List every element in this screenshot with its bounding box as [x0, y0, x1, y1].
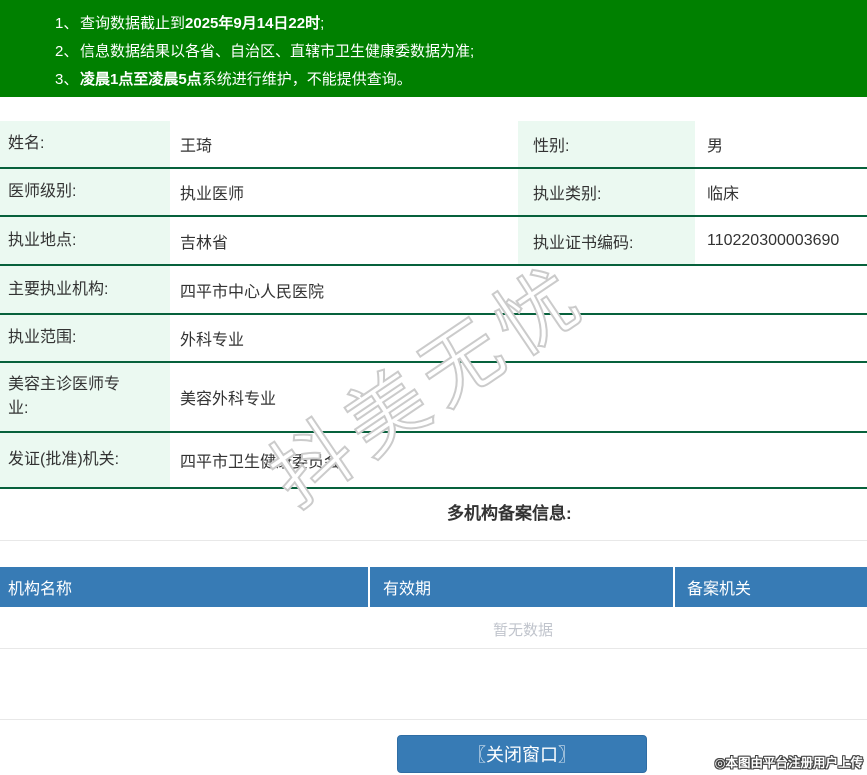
page: 1、 查询数据截止到2025年9月14日22时; 2、 信息数据结果以各省、自治… — [0, 0, 867, 775]
field-label-name: 姓名: — [0, 121, 170, 167]
table-row: 姓名: 王琦 性别: 男 — [0, 121, 867, 169]
table-row: 发证(批准)机关: 四平市卫生健康委员会 — [0, 433, 867, 489]
notice-number: 3、 — [55, 66, 80, 94]
field-label-issuing-authority: 发证(批准)机关: — [0, 433, 170, 487]
field-label-practice-scope: 执业范围: — [0, 315, 170, 361]
field-value-practice-type: 临床 — [695, 180, 867, 204]
notice-text: 查询数据截止到2025年9月14日22时; — [80, 10, 324, 38]
field-value-doctor-level: 执业医师 — [170, 180, 518, 204]
field-label-practice-place: 执业地点: — [0, 217, 170, 264]
field-value-practice-place: 吉林省 — [170, 229, 518, 253]
notice-item: 2、 信息数据结果以各省、自治区、直辖市卫生健康委数据为准; — [55, 38, 867, 66]
field-label-practice-type: 执业类别: — [518, 169, 695, 215]
column-header-institution-name: 机构名称 — [0, 567, 368, 607]
notice-number: 1、 — [55, 10, 80, 38]
field-value-practice-scope: 外科专业 — [170, 326, 867, 350]
notice-bar: 1、 查询数据截止到2025年9月14日22时; 2、 信息数据结果以各省、自治… — [0, 0, 867, 97]
notice-item: 3、 凌晨1点至凌晨5点系统进行维护，不能提供查询。 — [55, 66, 867, 94]
doctor-info-table: 姓名: 王琦 性别: 男 医师级别: 执业医师 执业类别: 临床 执业地点: 吉… — [0, 121, 867, 489]
table-row: 执业范围: 外科专业 — [0, 315, 867, 363]
divider — [0, 648, 867, 649]
column-header-filing-authority: 备案机关 — [675, 567, 867, 607]
notice-item: 1、 查询数据截止到2025年9月14日22时; — [55, 10, 867, 38]
table-row: 主要执业机构: 四平市中心人民医院 — [0, 266, 867, 315]
notice-text: 信息数据结果以各省、自治区、直辖市卫生健康委数据为准; — [80, 38, 474, 66]
field-value-main-institution: 四平市中心人民医院 — [170, 278, 867, 302]
filing-section-title: 多机构备案信息: — [447, 503, 572, 525]
field-label-cosmetic-specialty: 美容主诊医师专业: — [0, 363, 170, 431]
column-header-validity-period: 有效期 — [370, 567, 673, 607]
field-value-issuing-authority: 四平市卫生健康委员会 — [170, 448, 867, 472]
field-label-gender: 性别: — [518, 121, 695, 167]
table-row: 美容主诊医师专业: 美容外科专业 — [0, 363, 867, 433]
empty-data-text: 暂无数据 — [493, 619, 553, 640]
table-row: 医师级别: 执业医师 执业类别: 临床 — [0, 169, 867, 217]
field-value-certificate-number: 110220300003690 — [695, 232, 867, 250]
notice-text: 凌晨1点至凌晨5点系统进行维护，不能提供查询。 — [80, 66, 412, 94]
field-value-cosmetic-specialty: 美容外科专业 — [170, 385, 867, 409]
close-window-button[interactable]: 〖关闭窗口〗 — [397, 735, 647, 773]
field-label-certificate-number: 执业证书编码: — [518, 217, 695, 264]
corner-upload-watermark: ◎本图由平台注册用户上传 — [715, 752, 863, 771]
field-label-doctor-level: 医师级别: — [0, 169, 170, 215]
divider — [0, 719, 867, 720]
divider — [0, 540, 867, 541]
notice-number: 2、 — [55, 38, 80, 66]
table-row: 执业地点: 吉林省 执业证书编码: 110220300003690 — [0, 217, 867, 266]
filing-table-header: 机构名称 有效期 备案机关 — [0, 567, 867, 607]
field-label-main-institution: 主要执业机构: — [0, 266, 170, 313]
field-value-gender: 男 — [695, 132, 867, 156]
field-value-name: 王琦 — [170, 132, 518, 156]
